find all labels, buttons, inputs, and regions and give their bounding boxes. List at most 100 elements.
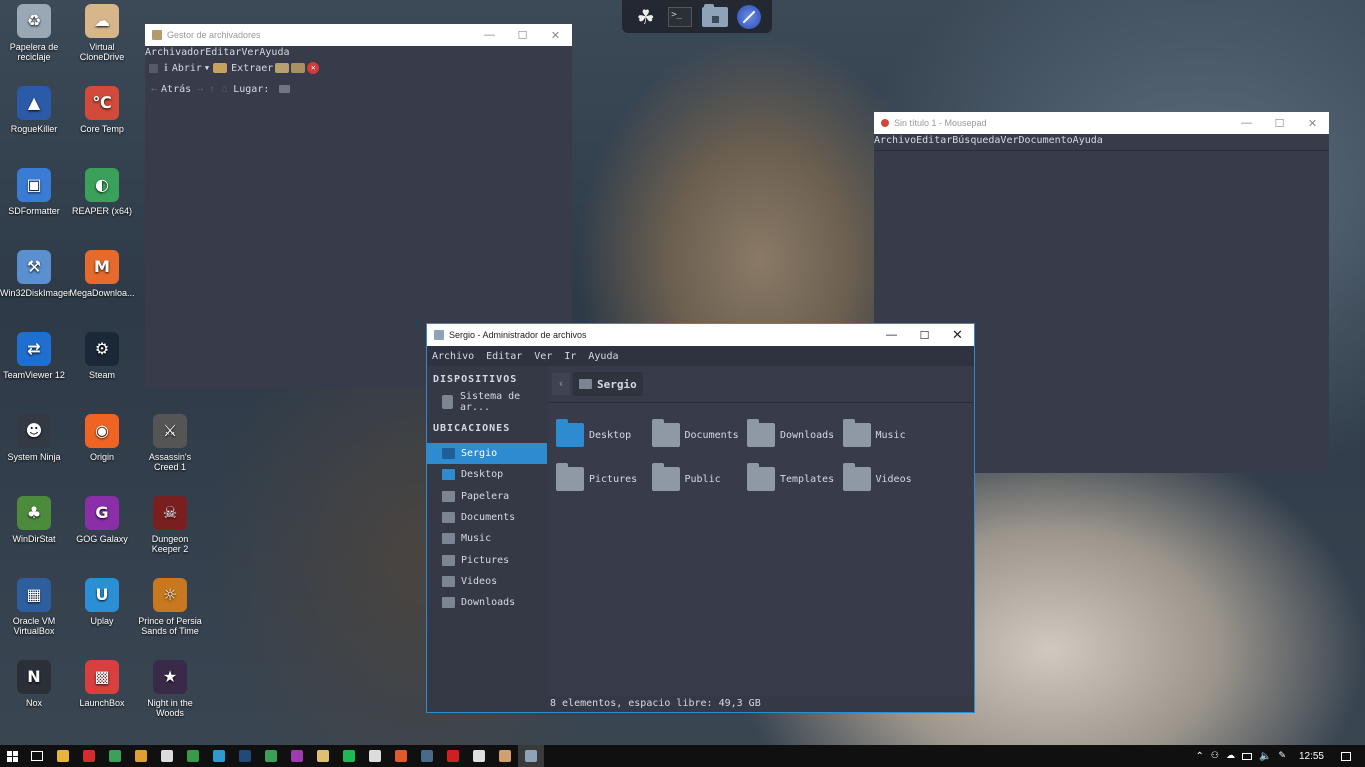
desktop-shortcut[interactable]: ★ Night in the Woods (136, 660, 204, 718)
taskbar-app-button[interactable] (76, 745, 102, 767)
folder-item[interactable]: Public (651, 457, 748, 501)
menu-archivo[interactable]: Archivo (432, 351, 474, 362)
taskbar-app-button[interactable] (128, 745, 154, 767)
notifications-icon[interactable] (1341, 751, 1351, 761)
taskbar-app-button[interactable] (154, 745, 180, 767)
sidebar-item-pictures[interactable]: Pictures (427, 549, 548, 570)
desktop-shortcut[interactable]: ◐ REAPER (x64) (68, 168, 136, 216)
maximize-button[interactable]: ☐ (908, 329, 941, 342)
menu-ir[interactable]: Ir (564, 351, 576, 362)
taskbar-app-button[interactable] (258, 745, 284, 767)
pen-icon[interactable]: ✎ (1278, 751, 1286, 761)
desktop-shortcut[interactable]: ☠ Dungeon Keeper 2 (136, 496, 204, 554)
start-button[interactable] (0, 745, 24, 767)
taskbar-app-button[interactable] (388, 745, 414, 767)
sidebar-item-filesystem[interactable]: Sistema de ar... (427, 391, 548, 413)
desktop-shortcut[interactable]: ⚙ Steam (68, 332, 136, 380)
sidebar-item-documents[interactable]: Documents (427, 507, 548, 528)
folder-home-icon[interactable] (701, 3, 728, 27)
minimize-button[interactable]: — (875, 329, 908, 341)
close-button[interactable]: ✕ (941, 327, 974, 343)
terminal-icon[interactable]: >_ (668, 6, 693, 27)
desktop-shortcut[interactable]: ♣ WinDirStat (0, 496, 68, 544)
taskbar-app-button[interactable] (310, 745, 336, 767)
menu-ver[interactable]: Ver (534, 351, 552, 362)
clock[interactable]: 12:55 (1299, 751, 1324, 762)
desktop-shortcut[interactable]: ⇄ TeamViewer 12 (0, 332, 68, 380)
task-view-button[interactable] (24, 745, 50, 767)
menubar[interactable]: ArchivadorEditarVerAyuda (145, 46, 572, 60)
folder-item[interactable]: Documents (651, 413, 748, 457)
swan-icon[interactable]: ☘ (633, 6, 659, 28)
desktop-shortcut[interactable]: M MegaDownloa... (68, 250, 136, 298)
menu-ayuda[interactable]: Ayuda (588, 351, 618, 362)
forward-arrow-icon[interactable]: → (197, 84, 203, 95)
desktop-shortcut[interactable]: U Uplay (68, 578, 136, 626)
extract-button[interactable]: Extraer (231, 63, 273, 74)
taskbar-app-button[interactable] (440, 745, 466, 767)
mousepad-titlebar[interactable]: Sin título 1 - Mousepad — ☐ ✕ (874, 112, 1329, 134)
desktop-shortcut[interactable]: G GOG Galaxy (68, 496, 136, 544)
taskbar-app-button[interactable] (414, 745, 440, 767)
desktop-shortcut[interactable]: ◉ Origin (68, 414, 136, 462)
folder-item[interactable]: Pictures (556, 457, 652, 501)
taskbar-app-button[interactable] (180, 745, 206, 767)
desktop-shortcut[interactable]: ▦ Oracle VM VirtualBox (0, 578, 68, 636)
compass-icon[interactable] (737, 4, 762, 29)
sidebar-item-sergio[interactable]: Sergio (427, 443, 547, 465)
new-archive-icon[interactable] (149, 63, 158, 73)
taskbar-app-button[interactable] (466, 745, 492, 767)
sidebar-item-videos[interactable]: Videos (427, 571, 548, 592)
back-arrow-icon[interactable]: ← (151, 84, 157, 95)
folder-item[interactable]: Desktop (556, 413, 652, 457)
maximize-button[interactable]: ☐ (506, 29, 539, 42)
home-icon[interactable]: ⌂ (221, 84, 227, 95)
desktop-shortcut[interactable]: ⚔ Assassin's Creed 1 (136, 414, 204, 472)
file-manager-titlebar[interactable]: Sergio - Administrador de archivos — ☐ ✕ (427, 324, 974, 346)
maximize-button[interactable]: ☐ (1263, 117, 1296, 130)
monitor-icon[interactable] (1241, 752, 1252, 760)
wifi-icon[interactable]: ☁ (1226, 751, 1235, 761)
close-button[interactable]: ✕ (539, 29, 572, 42)
network-share-icon[interactable]: ⚇ (1211, 751, 1219, 761)
taskbar-app-button[interactable] (50, 745, 76, 767)
desktop-shortcut[interactable]: ♻ Papelera de reciclaje (0, 4, 68, 62)
open-button[interactable]: Abrir (172, 63, 202, 74)
archive-manager-titlebar[interactable]: Gestor de archivadores — ☐ ✕ (145, 24, 572, 46)
volume-icon[interactable]: 🔈 (1259, 751, 1271, 762)
chevron-up-icon[interactable]: ⌃ (1196, 751, 1204, 762)
back-button[interactable]: Atrás (161, 84, 191, 95)
desktop-shortcut[interactable]: ℃ Core Temp (68, 86, 136, 134)
extract-icon[interactable] (213, 63, 228, 73)
sidebar-item-desktop[interactable]: Desktop (427, 464, 548, 485)
desktop-shortcut[interactable]: ☼ Prince of Persia Sands of Time (136, 578, 204, 636)
desktop-shortcut[interactable]: ☁ Virtual CloneDrive (68, 4, 136, 62)
folder-icon[interactable] (279, 85, 291, 93)
close-button[interactable]: ✕ (1296, 117, 1329, 130)
desktop-shortcut[interactable]: ☻ System Ninja (0, 414, 68, 462)
stop-icon[interactable]: ✕ (307, 62, 320, 74)
desktop-shortcut[interactable]: ▲ RogueKiller (0, 86, 68, 134)
sidebar-item-downloads[interactable]: Downloads (427, 592, 548, 613)
path-crumb[interactable]: Sergio (573, 372, 643, 396)
menu-editar[interactable]: Editar (486, 351, 522, 362)
info-icon[interactable]: ℹ (164, 63, 168, 74)
folder-item[interactable]: Music (842, 413, 939, 457)
taskbar-app-button[interactable] (518, 745, 544, 767)
taskbar-app-button[interactable] (336, 745, 362, 767)
sidebar-item-papelera[interactable]: Papelera (427, 486, 548, 507)
desktop-shortcut[interactable]: ▣ SDFormatter (0, 168, 68, 216)
desktop-shortcut[interactable]: N Nox (0, 660, 68, 708)
folder-item[interactable]: Downloads (747, 413, 843, 457)
minimize-button[interactable]: — (1230, 117, 1263, 129)
taskbar-app-button[interactable] (284, 745, 310, 767)
sidebar-item-music[interactable]: Music (427, 528, 548, 549)
taskbar-app-button[interactable] (206, 745, 232, 767)
chevron-down-icon[interactable]: ▼ (205, 64, 209, 72)
menubar[interactable]: ArchivoEditarBúsquedaVerDocumentoAyuda (874, 134, 1329, 148)
chevron-left-icon[interactable]: ‹ (552, 373, 570, 395)
taskbar-app-button[interactable] (232, 745, 258, 767)
add-files-icon[interactable] (275, 63, 290, 73)
taskbar-app-button[interactable] (362, 745, 388, 767)
desktop-shortcut[interactable]: ▩ LaunchBox (68, 660, 136, 708)
